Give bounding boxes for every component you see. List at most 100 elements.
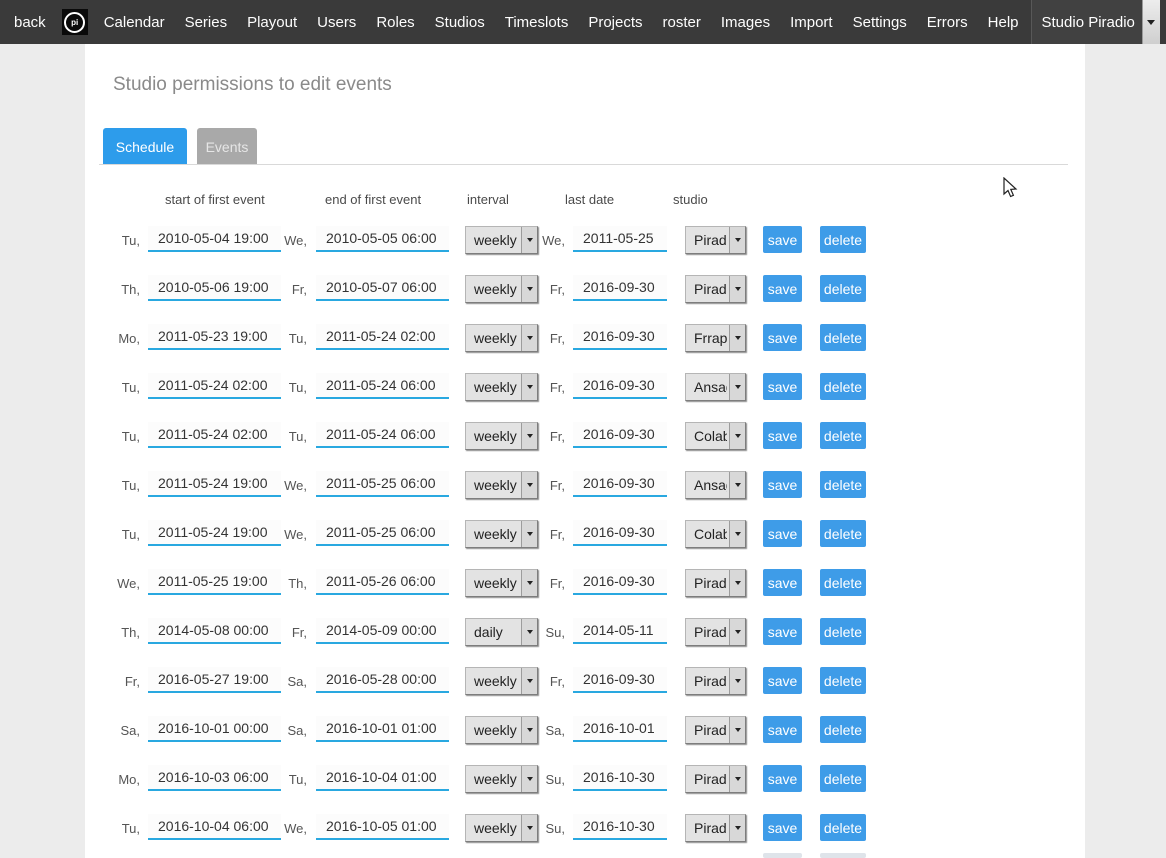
nav-item-series[interactable]: Series [175, 0, 238, 44]
tab-schedule[interactable]: Schedule [103, 128, 187, 165]
delete-button[interactable]: delete [820, 618, 866, 645]
studio-select-control[interactable]: Piradio [686, 619, 745, 645]
end-of-event-input[interactable] [316, 765, 449, 791]
delete-button[interactable]: delete [820, 373, 866, 400]
last-date-input[interactable] [573, 569, 667, 595]
start-of-event-input[interactable] [148, 569, 281, 595]
start-of-event-input[interactable] [148, 275, 281, 301]
studio-select-control[interactable]: Piradio [686, 815, 745, 841]
nav-item-calendar[interactable]: Calendar [94, 0, 175, 44]
studio-select-control[interactable]: Piradio [686, 570, 745, 596]
studio-select[interactable]: Piradio [685, 716, 746, 744]
studio-select-control[interactable]: Piradio [686, 227, 745, 253]
save-button[interactable]: save [763, 520, 802, 547]
end-of-event-input[interactable] [316, 471, 449, 497]
end-of-event-input[interactable] [316, 226, 449, 252]
studio-select-control[interactable]: Colabo [686, 423, 745, 449]
last-date-input[interactable] [573, 814, 667, 840]
last-date-input[interactable] [573, 765, 667, 791]
studio-select[interactable]: Colabo [685, 422, 746, 450]
studio-select[interactable]: Piradio [685, 569, 746, 597]
delete-button[interactable]: delete [820, 814, 866, 841]
last-date-input[interactable] [573, 471, 667, 497]
nav-item-images[interactable]: Images [711, 0, 780, 44]
start-of-event-input[interactable] [148, 471, 281, 497]
last-date-input[interactable] [573, 618, 667, 644]
studio-select[interactable]: Piradio [685, 667, 746, 695]
delete-button[interactable]: delete [820, 324, 866, 351]
last-date-input[interactable] [573, 520, 667, 546]
nav-item-users[interactable]: Users [307, 0, 366, 44]
start-of-event-input[interactable] [148, 814, 281, 840]
studio-select[interactable]: Ansage [685, 471, 746, 499]
tab-events[interactable]: Events [197, 128, 257, 165]
nav-item-back[interactable]: back [0, 0, 56, 44]
nav-item-errors[interactable]: Errors [917, 0, 978, 44]
delete-button[interactable]: delete [820, 226, 866, 253]
end-of-event-input[interactable] [316, 569, 449, 595]
start-of-event-input[interactable] [148, 226, 281, 252]
end-of-event-input[interactable] [316, 814, 449, 840]
save-button[interactable]: save [763, 471, 802, 498]
nav-item-settings[interactable]: Settings [843, 0, 917, 44]
save-button[interactable]: save [763, 226, 802, 253]
studio-select[interactable]: Piradio [685, 765, 746, 793]
delete-button[interactable]: delete [820, 569, 866, 596]
last-date-input[interactable] [573, 422, 667, 448]
studio-select[interactable]: Piradio [685, 618, 746, 646]
studio-select-control[interactable]: Ansage [686, 374, 745, 400]
end-of-event-input[interactable] [316, 618, 449, 644]
studio-select-control[interactable]: Piradio [686, 717, 745, 743]
delete-button[interactable]: delete [820, 422, 866, 449]
last-date-input[interactable] [573, 373, 667, 399]
start-of-event-input[interactable] [148, 667, 281, 693]
nav-item-timeslots[interactable]: Timeslots [495, 0, 579, 44]
start-of-event-input[interactable] [148, 765, 281, 791]
save-button[interactable]: save [763, 814, 802, 841]
save-button[interactable]: save [763, 667, 802, 694]
nav-item-studios[interactable]: Studios [425, 0, 495, 44]
start-of-event-input[interactable] [148, 373, 281, 399]
last-date-input[interactable] [573, 324, 667, 350]
save-button[interactable]: save [763, 569, 802, 596]
end-of-event-input[interactable] [316, 324, 449, 350]
studio-select[interactable]: Frrapo [685, 324, 746, 352]
nav-item-help[interactable]: Help [978, 0, 1029, 44]
save-button[interactable]: save [763, 275, 802, 302]
nav-item-roster[interactable]: roster [653, 0, 711, 44]
save-button[interactable]: save [763, 716, 802, 743]
studio-select[interactable]: Piradio [685, 814, 746, 842]
end-of-event-input[interactable] [316, 422, 449, 448]
delete-button[interactable]: delete [820, 520, 866, 547]
last-date-input[interactable] [573, 275, 667, 301]
studio-select-control[interactable]: Ansage [686, 472, 745, 498]
studio-select-control[interactable]: Piradio [686, 276, 745, 302]
start-of-event-input[interactable] [148, 324, 281, 350]
delete-button[interactable]: delete [820, 667, 866, 694]
save-button[interactable]: save [763, 765, 802, 792]
end-of-event-input[interactable] [316, 373, 449, 399]
save-button[interactable]: save [763, 373, 802, 400]
end-of-event-input[interactable] [316, 667, 449, 693]
nav-item-projects[interactable]: Projects [578, 0, 652, 44]
studio-select-control[interactable]: Colabo [686, 521, 745, 547]
save-button[interactable]: save [763, 618, 802, 645]
delete-button[interactable]: delete [820, 275, 866, 302]
studio-select[interactable]: Piradio [685, 275, 746, 303]
end-of-event-input[interactable] [316, 520, 449, 546]
delete-button[interactable]: delete [820, 471, 866, 498]
end-of-event-input[interactable] [316, 716, 449, 742]
start-of-event-input[interactable] [148, 422, 281, 448]
studio-select[interactable]: Ansage [685, 373, 746, 401]
nav-item-roles[interactable]: Roles [366, 0, 424, 44]
delete-button[interactable]: delete [820, 765, 866, 792]
chevron-down-icon[interactable] [1142, 0, 1160, 44]
start-of-event-input[interactable] [148, 618, 281, 644]
start-of-event-input[interactable] [148, 716, 281, 742]
studio-select[interactable]: Piradio [685, 226, 746, 254]
save-button[interactable]: save [763, 422, 802, 449]
last-date-input[interactable] [573, 226, 667, 252]
save-button[interactable]: save [763, 324, 802, 351]
last-date-input[interactable] [573, 716, 667, 742]
studio-dropdown[interactable]: Studio Piradio [1031, 0, 1160, 44]
